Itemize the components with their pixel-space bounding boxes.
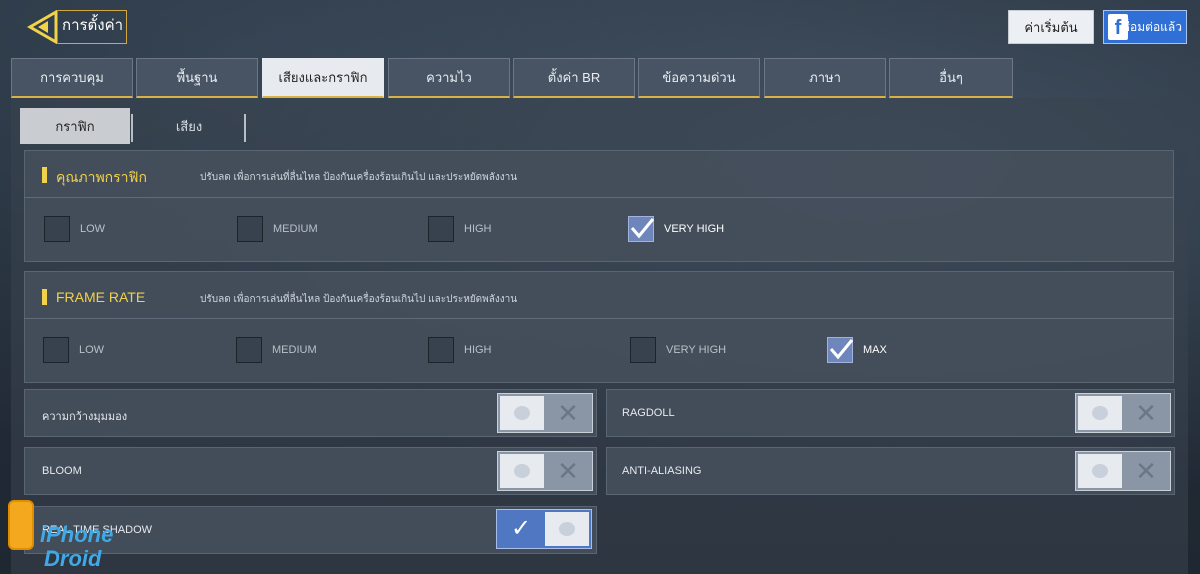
fps-medium-checkbox[interactable] [236,337,262,363]
graphics-quality-title: คุณภาพกราฟิก [56,169,147,185]
toggle-knob [500,454,544,488]
quality-very-high-checkbox[interactable] [628,216,655,242]
close-icon: ✕ [557,398,579,428]
fps-low-checkbox[interactable] [43,337,69,363]
bloom-label: BLOOM [42,465,82,477]
tab-language[interactable]: ภาษา [764,58,886,98]
page-title: การตั้งค่า [62,17,124,34]
checkmark-icon: ✓ [510,515,532,542]
tab-quick-chat[interactable]: ข้อความด่วน [638,58,760,98]
quality-medium-label: MEDIUM [273,223,318,235]
tab-br-settings[interactable]: ตั้งค่า BR [513,58,635,98]
graphics-quality-section [24,150,1174,262]
toggle-knob [1078,454,1122,488]
facebook-icon: f [1108,14,1128,40]
fps-high-label: HIGH [464,344,492,356]
tab-other[interactable]: อื่นๆ [889,58,1013,98]
frame-rate-title: FRAME RATE [56,289,146,305]
quality-very-high-label: VERY HIGH [664,223,725,235]
fov-toggle[interactable]: ✕ [497,393,593,433]
quality-high-label: HIGH [464,223,492,235]
watermark-line1: iPhone [40,522,114,547]
section-marker [42,289,47,305]
fps-high-checkbox[interactable] [428,337,454,363]
close-icon: ✕ [557,456,579,486]
section-marker [42,167,47,183]
graphics-quality-description: ปรับลด เพื่อการเล่นที่ลื่นไหล ป้องกันเคร… [200,172,518,183]
section-divider [24,318,1174,319]
back-arrow-icon[interactable] [26,10,58,44]
toggle-knob [500,396,544,430]
quality-medium-checkbox[interactable] [237,216,263,242]
fps-very-high-checkbox[interactable] [630,337,656,363]
tab-basic[interactable]: พื้นฐาน [136,58,258,98]
section-divider [24,197,1174,198]
anti-aliasing-toggle[interactable]: ✕ [1075,451,1171,491]
checkmark-icon [630,218,655,239]
bloom-toggle[interactable]: ✕ [497,451,593,491]
toggle-knob [1078,396,1122,430]
quality-low-label: LOW [80,223,106,235]
fps-low-label: LOW [79,344,105,356]
fps-medium-label: MEDIUM [272,344,317,356]
fov-label: ความกว้างมุมมอง [42,411,128,423]
close-icon: ✕ [1135,398,1157,428]
fps-max-checkbox[interactable] [827,337,854,363]
quality-high-checkbox[interactable] [428,216,454,242]
subtab-divider [131,114,133,142]
tab-sensitivity[interactable]: ความไว [388,58,510,98]
fps-very-high-label: VERY HIGH [666,344,727,356]
reset-default-button[interactable]: ค่าเริ่มต้น [1008,10,1094,44]
ragdoll-label: RAGDOLL [622,407,675,419]
ragdoll-toggle[interactable]: ✕ [1075,393,1171,433]
tab-controls[interactable]: การควบคุม [11,58,133,98]
realtime-shadow-toggle[interactable]: ✓ [496,509,592,549]
tab-audio-graphics[interactable]: เสียงและกราฟิก [262,58,384,98]
phone-logo-icon [8,500,34,550]
frame-rate-description: ปรับลด เพื่อการเล่นที่ลื่นไหล ป้องกันเคร… [200,294,518,305]
fps-max-label: MAX [863,344,887,356]
quality-low-checkbox[interactable] [44,216,70,242]
subtab-graphics[interactable]: กราฟิก [20,108,130,144]
toggle-knob [545,512,589,546]
anti-aliasing-label: ANTI-ALIASING [622,465,702,477]
checkmark-icon [829,339,854,360]
close-icon: ✕ [1135,456,1157,486]
frame-rate-section [24,271,1174,383]
subtab-audio[interactable]: เสียง [134,108,244,144]
watermark-line2: Droid [44,546,102,571]
subtab-divider [244,114,246,142]
